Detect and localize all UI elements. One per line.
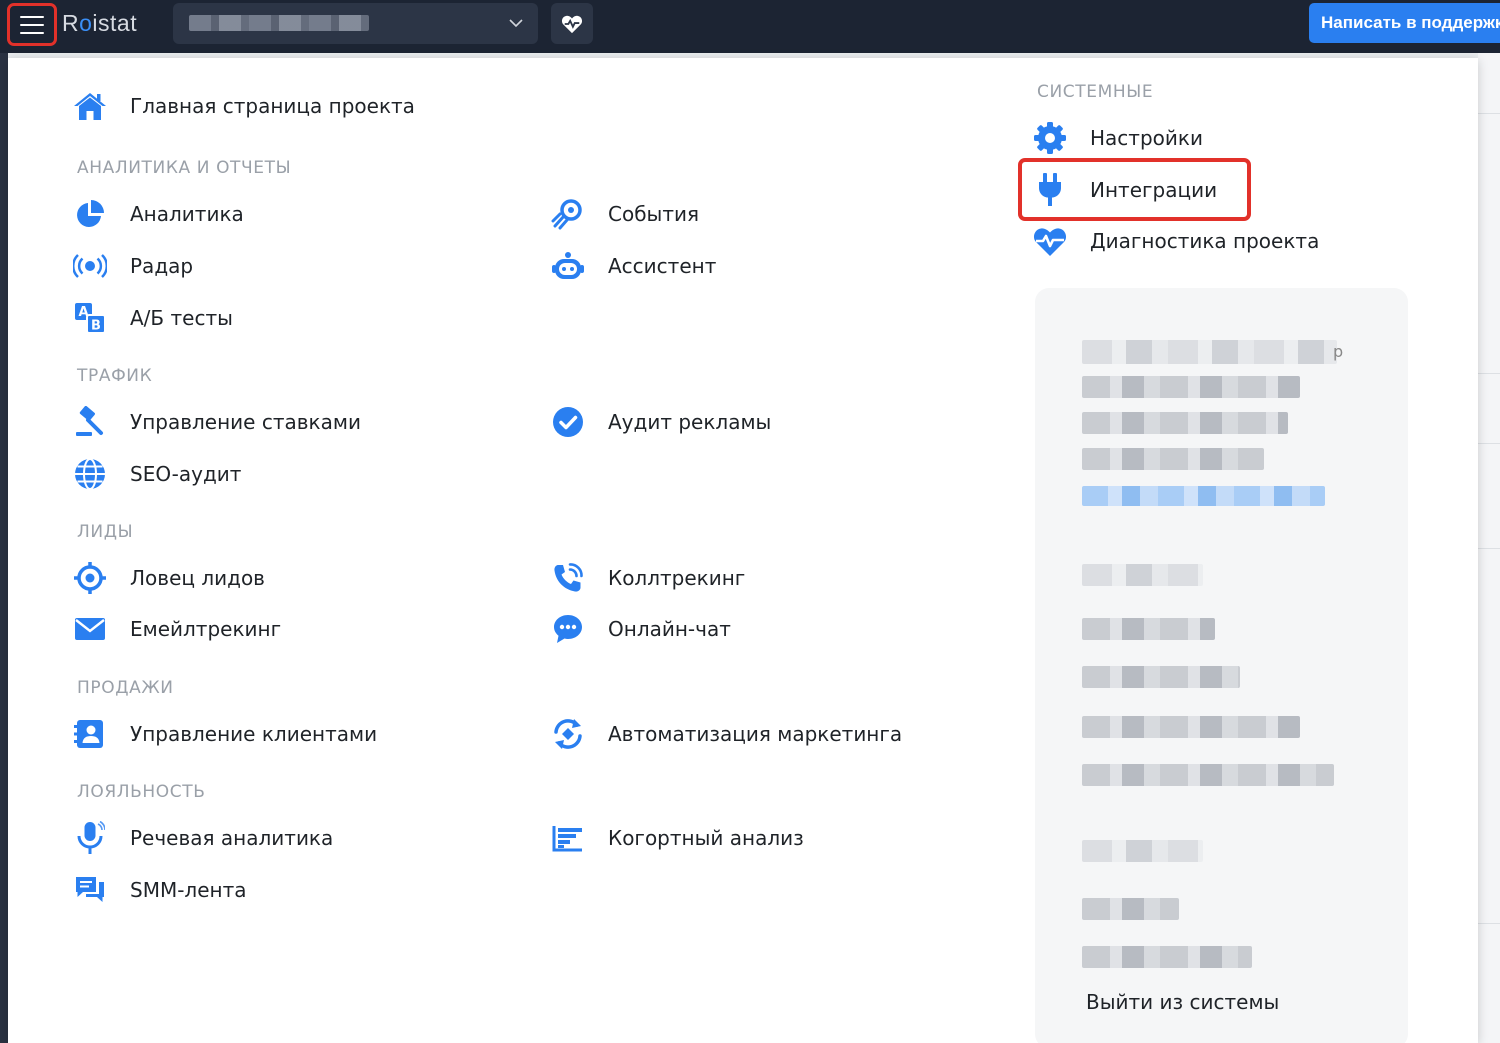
blurred-user-info	[1082, 340, 1337, 364]
home-icon	[72, 88, 108, 124]
svg-text:B: B	[91, 319, 101, 334]
menu-item-label: Речевая аналитика	[130, 826, 334, 850]
blurred-account-row[interactable]	[1082, 840, 1203, 862]
globe-icon	[72, 456, 108, 492]
ab-test-icon: A B	[72, 300, 108, 336]
project-health-button[interactable]	[551, 3, 593, 44]
blurred-user-info	[1082, 376, 1300, 398]
blurred-account-row[interactable]	[1082, 716, 1300, 738]
chat-bubble-icon	[550, 611, 586, 647]
blurred-account-row[interactable]	[1082, 564, 1203, 586]
menu-item-label: SMM-лента	[130, 878, 247, 902]
background-page-left	[0, 53, 8, 1043]
heart-pulse-icon	[561, 15, 583, 33]
blurred-user-link[interactable]	[1082, 486, 1325, 506]
menu-item-events[interactable]: События	[550, 196, 699, 232]
blurred-account-row[interactable]	[1082, 666, 1240, 688]
crosshair-icon	[72, 560, 108, 596]
menu-item-label: Когортный анализ	[608, 826, 804, 850]
menu-item-label: SEO-аудит	[130, 462, 242, 486]
cohort-table-icon	[550, 820, 586, 856]
menu-item-analytics[interactable]: Аналитика	[72, 196, 244, 232]
top-bar: Roistat Написать в поддержку	[0, 0, 1500, 53]
menu-item-assistant[interactable]: Ассистент	[550, 248, 716, 284]
menu-item-ads-audit[interactable]: Аудит рекламы	[550, 404, 771, 440]
menu-item-label: Аудит рекламы	[608, 410, 772, 434]
integrations-highlight-frame	[1018, 158, 1251, 221]
blurred-account-row[interactable]	[1082, 618, 1215, 640]
menu-item-label: Автоматизация маркетинга	[608, 722, 903, 746]
user-account-card: р Выйти из системы	[1035, 288, 1408, 1043]
menu-item-label: Радар	[130, 254, 194, 278]
section-analytics: АНАЛИТИКА И ОТЧЕТЫ	[77, 158, 292, 178]
chevron-down-icon	[509, 19, 523, 28]
section-sales: ПРОДАЖИ	[77, 678, 174, 698]
menu-item-label: Ассистент	[608, 254, 717, 278]
menu-item-client-management[interactable]: Управление клиентами	[72, 716, 377, 752]
menu-item-label: Настройки	[1090, 126, 1203, 150]
main-menu-panel: Главная страница проекта АНАЛИТИКА И ОТЧ…	[8, 58, 1478, 1043]
menu-item-settings[interactable]: Настройки	[1032, 120, 1203, 156]
phone-call-icon	[550, 560, 586, 596]
menu-item-project-diagnostics[interactable]: Диагностика проекта	[1032, 223, 1319, 259]
robot-icon	[550, 248, 586, 284]
sync-arrows-icon	[550, 716, 586, 752]
blurred-account-row[interactable]	[1082, 898, 1179, 920]
hamburger-icon	[20, 15, 44, 34]
blurred-user-info	[1082, 412, 1288, 434]
menu-item-label: Коллтрекинг	[608, 566, 746, 590]
contact-card-icon	[72, 716, 108, 752]
menu-item-seo-audit[interactable]: SEO-аудит	[72, 456, 241, 492]
section-traffic: ТРАФИК	[77, 366, 153, 386]
menu-item-smm-feed[interactable]: SMM-лента	[72, 872, 247, 908]
section-leads: ЛИДЫ	[77, 522, 134, 542]
background-page-right	[1478, 53, 1500, 1043]
app-logo[interactable]: Roistat	[62, 10, 137, 37]
menu-item-radar[interactable]: Радар	[72, 248, 193, 284]
menu-item-label: А/Б тесты	[130, 306, 233, 330]
envelope-icon	[72, 611, 108, 647]
svg-text:A: A	[78, 305, 88, 320]
menu-item-marketing-automation[interactable]: Автоматизация маркетинга	[550, 716, 902, 752]
logout-link[interactable]: Выйти из системы	[1086, 990, 1279, 1014]
project-selector[interactable]	[173, 3, 538, 44]
rocket-icon	[550, 196, 586, 232]
menu-item-emailtracking[interactable]: Емейлтрекинг	[72, 611, 281, 647]
menu-item-cohort-analysis[interactable]: Когортный анализ	[550, 820, 804, 856]
pie-chart-icon	[72, 196, 108, 232]
menu-item-label: События	[608, 202, 700, 226]
radar-icon	[72, 248, 108, 284]
menu-item-bid-management[interactable]: Управление ставками	[72, 404, 361, 440]
check-circle-icon	[550, 404, 586, 440]
menu-item-label: Главная страница проекта	[130, 94, 415, 118]
menu-item-label: Онлайн-чат	[608, 617, 731, 641]
menu-item-label: Ловец лидов	[130, 566, 265, 590]
menu-item-home[interactable]: Главная страница проекта	[72, 88, 415, 124]
menu-item-label: Управление ставками	[130, 410, 361, 434]
menu-item-speech-analytics[interactable]: Речевая аналитика	[72, 820, 333, 856]
menu-item-label: Диагностика проекта	[1090, 229, 1320, 253]
section-loyalty: ЛОЯЛЬНОСТЬ	[77, 782, 206, 802]
project-name-blurred	[189, 15, 369, 31]
menu-item-label: Аналитика	[130, 202, 244, 226]
menu-item-label: Емейлтрекинг	[130, 617, 282, 641]
menu-item-label: Управление клиентами	[130, 722, 378, 746]
menu-item-ab-tests[interactable]: A B А/Б тесты	[72, 300, 233, 336]
microphone-icon	[72, 820, 108, 856]
blurred-user-info	[1082, 448, 1264, 470]
section-system: СИСТЕМНЫЕ	[1037, 82, 1154, 102]
gear-icon	[1032, 120, 1068, 156]
blurred-account-row[interactable]	[1082, 946, 1252, 968]
gavel-icon	[72, 404, 108, 440]
heart-pulse-icon	[1032, 223, 1068, 259]
menu-item-calltracking[interactable]: Коллтрекинг	[550, 560, 745, 596]
menu-item-lead-catcher[interactable]: Ловец лидов	[72, 560, 265, 596]
menu-button[interactable]	[7, 3, 57, 46]
menu-item-online-chat[interactable]: Онлайн-чат	[550, 611, 731, 647]
blurred-account-row[interactable]	[1082, 764, 1334, 786]
write-support-button[interactable]: Написать в поддержку	[1309, 3, 1500, 43]
blurred-trailing-char: р	[1333, 342, 1344, 361]
comments-icon	[72, 872, 108, 908]
